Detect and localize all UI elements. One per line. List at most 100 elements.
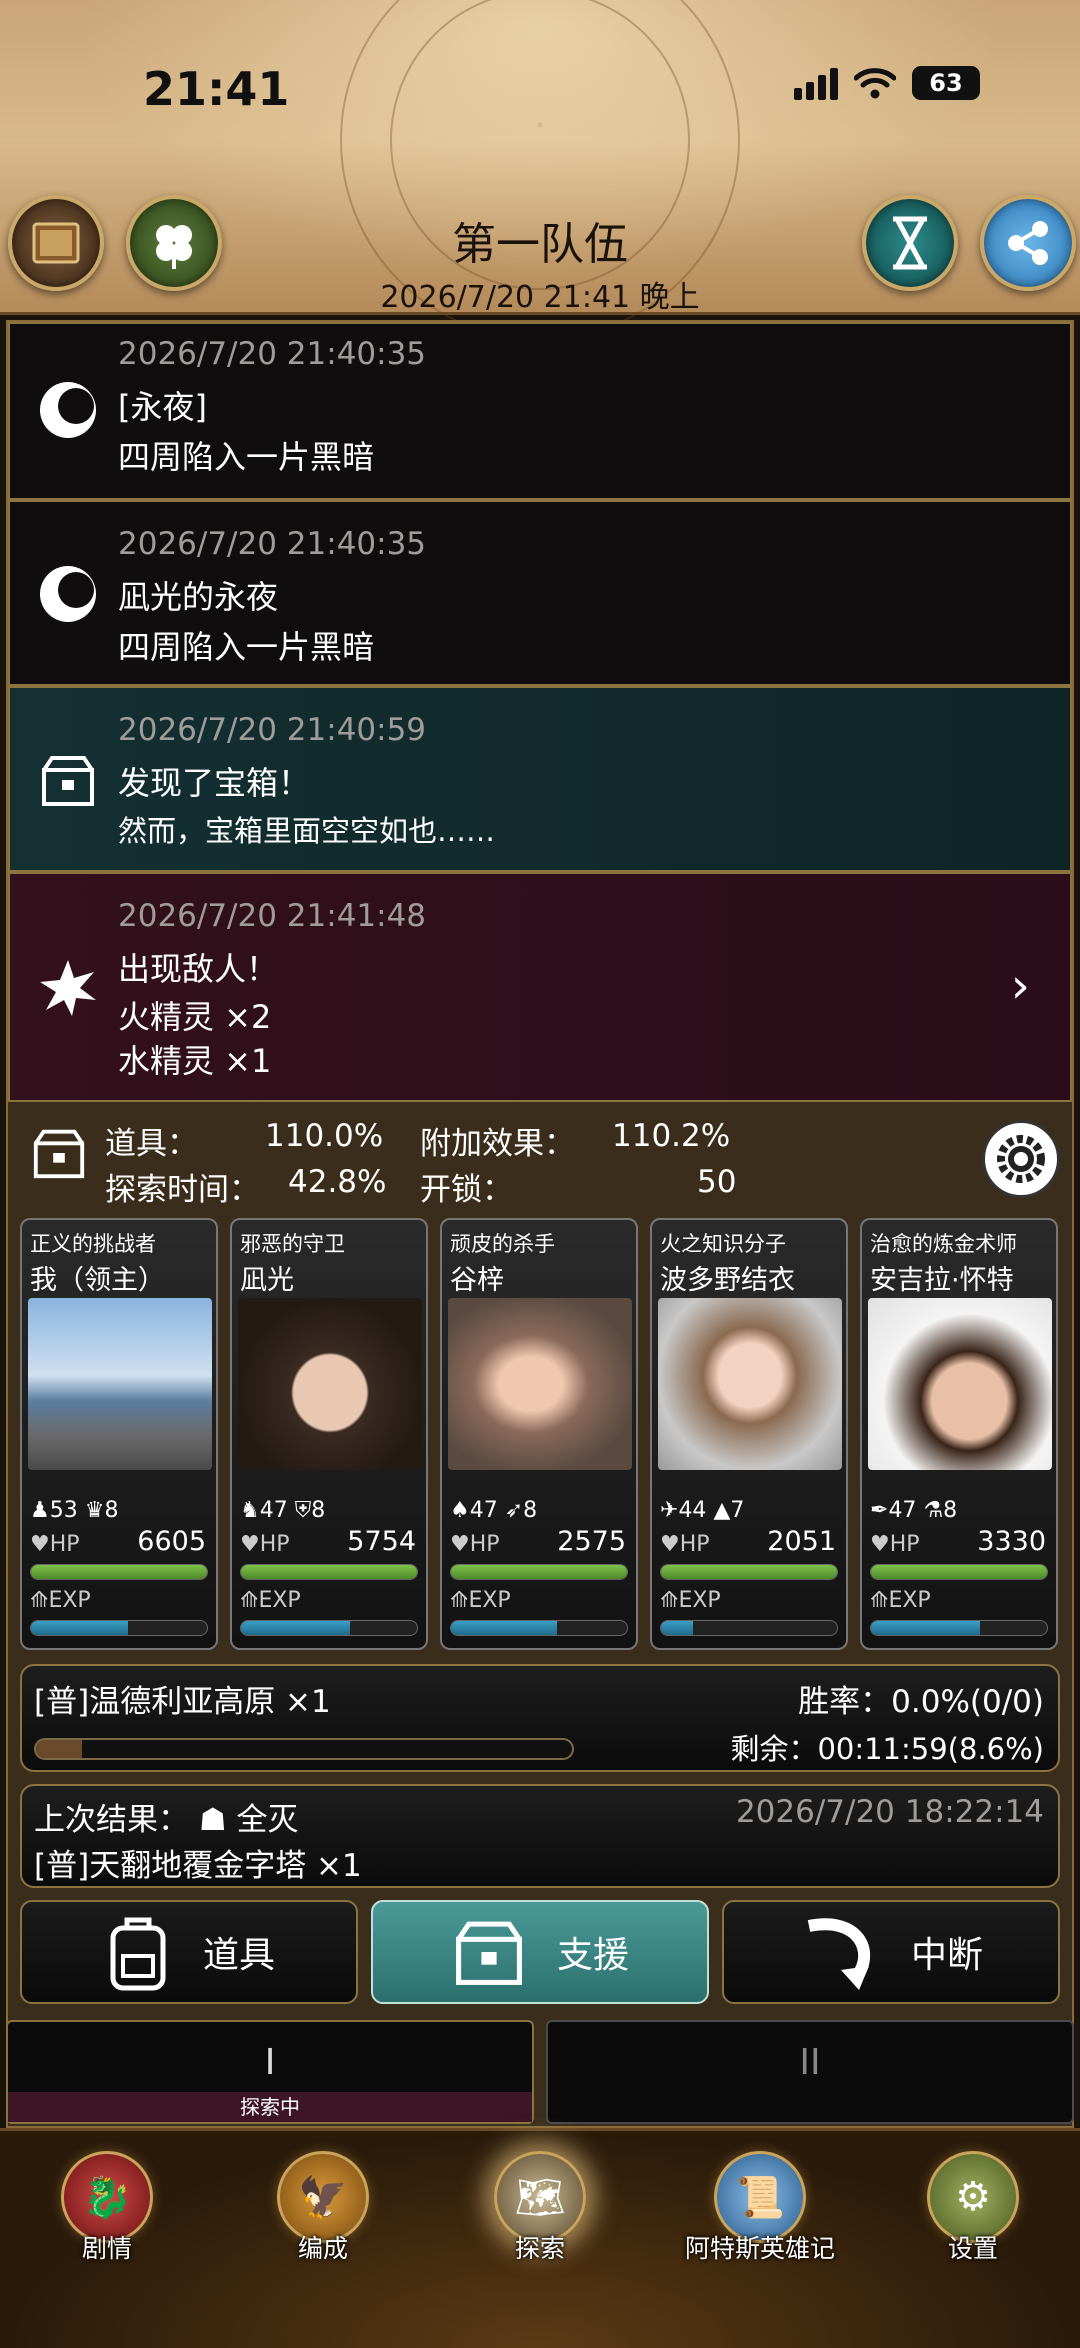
log-title: 凪光的永夜 (118, 578, 279, 616)
wizard-hat-icon: ▲ (713, 1498, 731, 1523)
last-result-time: 2026/7/20 18:22:14 (735, 1794, 1044, 1830)
hp-value: 5754 (347, 1526, 416, 1557)
nav-story[interactable]: 🐉 剧情 (22, 2151, 192, 2265)
return-arrow-icon (807, 1918, 871, 1990)
exp-bar (30, 1620, 208, 1636)
stat-unlock-label: 开锁： (420, 1172, 513, 1208)
hp-label: ♥HP (660, 1532, 710, 1557)
group-icon: ♟ (30, 1498, 50, 1523)
nav-settings[interactable]: ⚙ 设置 (888, 2151, 1058, 2265)
portrait (28, 1298, 212, 1470)
share-icon (1008, 221, 1048, 265)
support-button[interactable]: 支援 (371, 1900, 709, 2004)
treasure-chest-icon (38, 750, 98, 810)
party-tab-1[interactable]: I 探索中 (6, 2020, 534, 2124)
current-quest-box: [普]温德利亚高原 ×1 胜率：0.0%(0/0) 剩余：00:11:59(8.… (20, 1664, 1060, 1772)
exp-bar-fill (871, 1621, 981, 1635)
log-title: 出现敌人！ (118, 950, 279, 988)
card-stats: ♠47 ➶8 (450, 1498, 538, 1523)
abort-label: 中断 (910, 1935, 983, 1976)
nav-hero-chronicle[interactable]: 📜 阿特斯英雄记 (670, 2151, 850, 2265)
exp-label: ⟰EXP (240, 1588, 301, 1613)
stat-bonus-label: 附加效果： (420, 1126, 575, 1162)
card-stats: ✈44 ▲7 (660, 1498, 745, 1523)
nav-label: 设置 (947, 2234, 998, 2263)
card-stats: ✒47 ⚗8 (870, 1498, 958, 1523)
hp-value: 6605 (137, 1526, 206, 1557)
party-card[interactable]: 顽皮的杀手 谷梓 ♠47 ➶8 ♥HP 2575 ⟰EXP (440, 1218, 638, 1650)
party-card[interactable]: 火之知识分子 波多野结衣 ✈44 ▲7 ♥HP 2051 ⟰EXP (650, 1218, 848, 1650)
log-text: 四周陷入一片黑暗 (118, 438, 375, 476)
log-entry-enemy[interactable]: 2026/7/20 21:41:48 出现敌人！ 火精灵 ×2 水精灵 ×1 › (8, 872, 1072, 1102)
hp-bar-fill (661, 1565, 837, 1579)
card-stats: ♞47 ⛨8 (240, 1498, 326, 1523)
log-time: 2026/7/20 21:41:48 (118, 898, 427, 934)
party-tab-2[interactable]: II (546, 2020, 1074, 2124)
card-stats: ♟53 ♛8 (30, 1498, 119, 1523)
explosion-icon (38, 958, 98, 1018)
exp-bar-fill (31, 1621, 128, 1635)
stat-item-label: 道具： (105, 1126, 198, 1162)
log-entry: 2026/7/20 21:40:35 [永夜] 四周陷入一片黑暗 (8, 322, 1072, 500)
header: 21:41 63 第一队伍 2026/7/20 21:41 晚上 (0, 0, 1080, 340)
support-label: 支援 (556, 1935, 629, 1976)
party-tab-state: 探索中 (8, 2092, 532, 2122)
nav-formation[interactable]: 🦅 编成 (238, 2151, 408, 2265)
portrait (868, 1298, 1052, 1470)
quest-progress-fill (36, 1740, 83, 1758)
card-role: 正义的挑战者 (30, 1232, 156, 1256)
abort-button[interactable]: 中断 (722, 1900, 1060, 2004)
party-card[interactable]: 治愈的炼金术师 安吉拉·怀特 ✒47 ⚗8 ♥HP 3330 ⟰EXP (860, 1218, 1058, 1650)
stat-bonus-value: 110.2% (612, 1118, 731, 1154)
hp-label: ♥HP (30, 1532, 80, 1557)
exp-label: ⟰EXP (30, 1588, 91, 1613)
exp-bar (450, 1620, 628, 1636)
log-text: 然而，宝箱里面空空如也…… (118, 814, 496, 848)
feather-icon: ✒ (870, 1498, 889, 1523)
card-role: 邪恶的守卫 (240, 1232, 345, 1256)
hp-bar-fill (871, 1565, 1047, 1579)
exp-bar-fill (451, 1621, 557, 1635)
exp-label: ⟰EXP (450, 1588, 511, 1613)
party-tab-label: I (264, 2042, 276, 2083)
party-tab-label: II (799, 2042, 821, 2083)
log-text: 水精灵 ×1 (118, 1042, 272, 1080)
card-name: 波多野结衣 (660, 1265, 795, 1296)
ghost-icon: ☗ (198, 1802, 227, 1838)
chevron-right-icon[interactable]: › (1011, 958, 1030, 1014)
nav-label: 探索 (514, 2234, 565, 2263)
log-entry: 2026/7/20 21:40:59 发现了宝箱！ 然而，宝箱里面空空如也…… (8, 686, 1072, 872)
status-time: 21:41 (143, 62, 290, 116)
share-button[interactable] (980, 195, 1076, 291)
nav-label: 剧情 (81, 2234, 132, 2263)
log-title: [永夜] (118, 388, 207, 426)
nav-explore[interactable]: 🗺 探索 (455, 2151, 625, 2265)
dragon-icon: ♞ (240, 1498, 260, 1523)
signal-icon (794, 66, 838, 100)
items-label: 道具 (202, 1935, 275, 1976)
log-time: 2026/7/20 21:40:35 (118, 526, 427, 562)
stat-explore-value: 42.8% (288, 1164, 387, 1200)
stat-item-value: 110.0% (265, 1118, 384, 1154)
flask-icon: ⚗ (923, 1498, 944, 1523)
card-name: 凪光 (240, 1265, 294, 1296)
items-button[interactable]: 道具 (20, 1900, 358, 2004)
quest-remaining: 剩余：00:11:59(8.6%) (730, 1732, 1044, 1766)
hourglass-button[interactable] (862, 195, 958, 291)
hp-bar (30, 1564, 208, 1580)
log-time: 2026/7/20 21:40:35 (118, 336, 427, 372)
card-role: 治愈的炼金术师 (870, 1232, 1017, 1256)
hp-label: ♥HP (240, 1532, 290, 1557)
stat-explore-label: 探索时间： (105, 1172, 260, 1208)
party-card[interactable]: 邪恶的守卫 凪光 ♞47 ⛨8 ♥HP 5754 ⟰EXP (230, 1218, 428, 1650)
hp-bar-fill (241, 1565, 417, 1579)
exp-bar (660, 1620, 838, 1636)
shield-icon: ⛨ (294, 1498, 312, 1523)
party-card[interactable]: 正义的挑战者 我（领主） ♟53 ♛8 ♥HP 6605 ⟰EXP (20, 1218, 218, 1650)
bottom-nav: 🐉 剧情 🦅 编成 🗺 探索 📜 阿特斯英雄记 ⚙ 设置 (0, 2128, 1080, 2348)
wifi-icon (854, 68, 896, 99)
treasure-chest-icon (456, 1921, 522, 1985)
settings-gear-button[interactable] (982, 1120, 1060, 1198)
portrait (448, 1298, 632, 1470)
portrait (658, 1298, 842, 1470)
